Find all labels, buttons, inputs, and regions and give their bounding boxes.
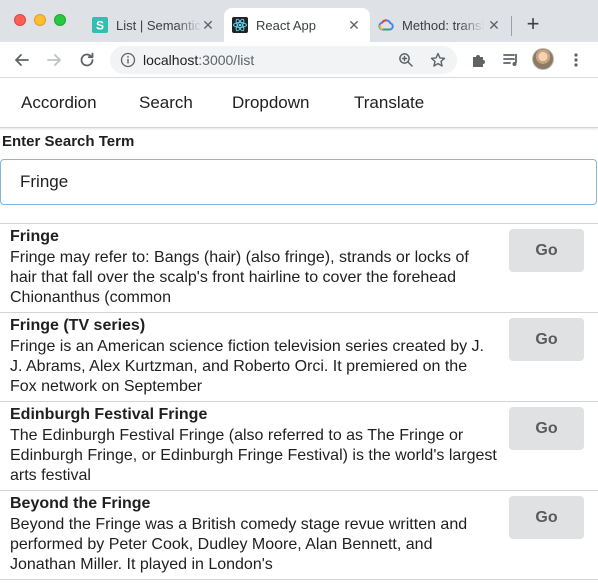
extensions-puzzle-icon[interactable] [470,51,488,69]
result-item: Beyond the Fringe Beyond the Fringe was … [0,491,598,580]
result-snippet: The Edinburgh Festival Fringe (also refe… [10,427,497,484]
nav-item-translate[interactable]: Translate [354,93,424,113]
browser-tabstrip: S List | Semantic UI ✕ React App ✕ Metho… [0,0,598,42]
tab-separator [511,16,512,36]
go-button[interactable]: Go [509,496,584,539]
media-queue-icon[interactable] [502,51,520,69]
result-title: Beyond the Fringe [10,495,151,512]
go-button[interactable]: Go [509,407,584,450]
search-results-list: Fringe Fringe may refer to: Bangs (hair)… [0,223,598,580]
url-text: localhost:3000/list [143,52,254,68]
result-item: Fringe Fringe may refer to: Bangs (hair)… [0,224,598,313]
result-snippet: Fringe may refer to: Bangs (hair) (also … [10,249,469,306]
new-tab-button[interactable]: + [522,13,544,35]
close-window-button[interactable] [14,14,26,26]
result-title: Fringe [10,228,59,245]
result-item: Edinburgh Festival Fringe The Edinburgh … [0,402,598,491]
result-snippet: Fringe is an American science fiction te… [10,338,484,395]
search-label: Enter Search Term [2,133,135,150]
tab-google-cloud[interactable]: Method: translations ✕ [370,8,510,42]
profile-avatar[interactable] [532,48,554,70]
url-host: localhost [143,52,199,68]
tab-close-icon[interactable]: ✕ [346,17,362,33]
maximize-window-button[interactable] [54,14,66,26]
tab-title: List | Semantic UI [116,17,202,33]
svg-text:S: S [96,19,104,33]
nav-item-search[interactable]: Search [139,93,193,113]
page-content: Accordion Search Dropdown Translate Ente… [0,79,598,584]
tab-close-icon[interactable]: ✕ [200,17,216,33]
go-button[interactable]: Go [509,229,584,272]
tab-title: React App [256,17,316,33]
nav-item-accordion[interactable]: Accordion [21,93,97,113]
site-info-icon[interactable] [120,52,136,68]
result-title: Fringe (TV series) [10,317,146,334]
result-snippet: Beyond the Fringe was a British comedy s… [10,516,468,573]
browser-toolbar: localhost:3000/list [0,42,598,78]
back-arrow-icon[interactable] [12,50,32,70]
tab-title: Method: translations [402,17,484,33]
top-nav-menu: Accordion Search Dropdown Translate [0,79,598,128]
google-cloud-favicon-icon [378,19,394,31]
reload-icon[interactable] [77,50,97,70]
react-favicon-icon [232,17,248,33]
bookmark-star-icon[interactable] [430,52,446,68]
url-path: :3000/list [198,52,255,68]
search-input[interactable] [0,159,597,205]
forward-arrow-icon[interactable] [44,50,64,70]
nav-item-dropdown[interactable]: Dropdown [232,93,310,113]
tab-close-icon[interactable]: ✕ [486,17,502,33]
result-title: Edinburgh Festival Fringe [10,406,208,423]
tab-semantic-ui[interactable]: S List | Semantic UI ✕ [84,8,224,42]
tab-react-app[interactable]: React App ✕ [224,8,370,42]
go-button[interactable]: Go [509,318,584,361]
semantic-ui-favicon-icon: S [92,17,108,33]
minimize-window-button[interactable] [34,14,46,26]
result-item: Fringe (TV series) Fringe is an American… [0,313,598,402]
kebab-menu-icon[interactable] [567,51,585,69]
zoom-icon[interactable] [398,52,414,68]
address-bar[interactable]: localhost:3000/list [110,46,457,74]
